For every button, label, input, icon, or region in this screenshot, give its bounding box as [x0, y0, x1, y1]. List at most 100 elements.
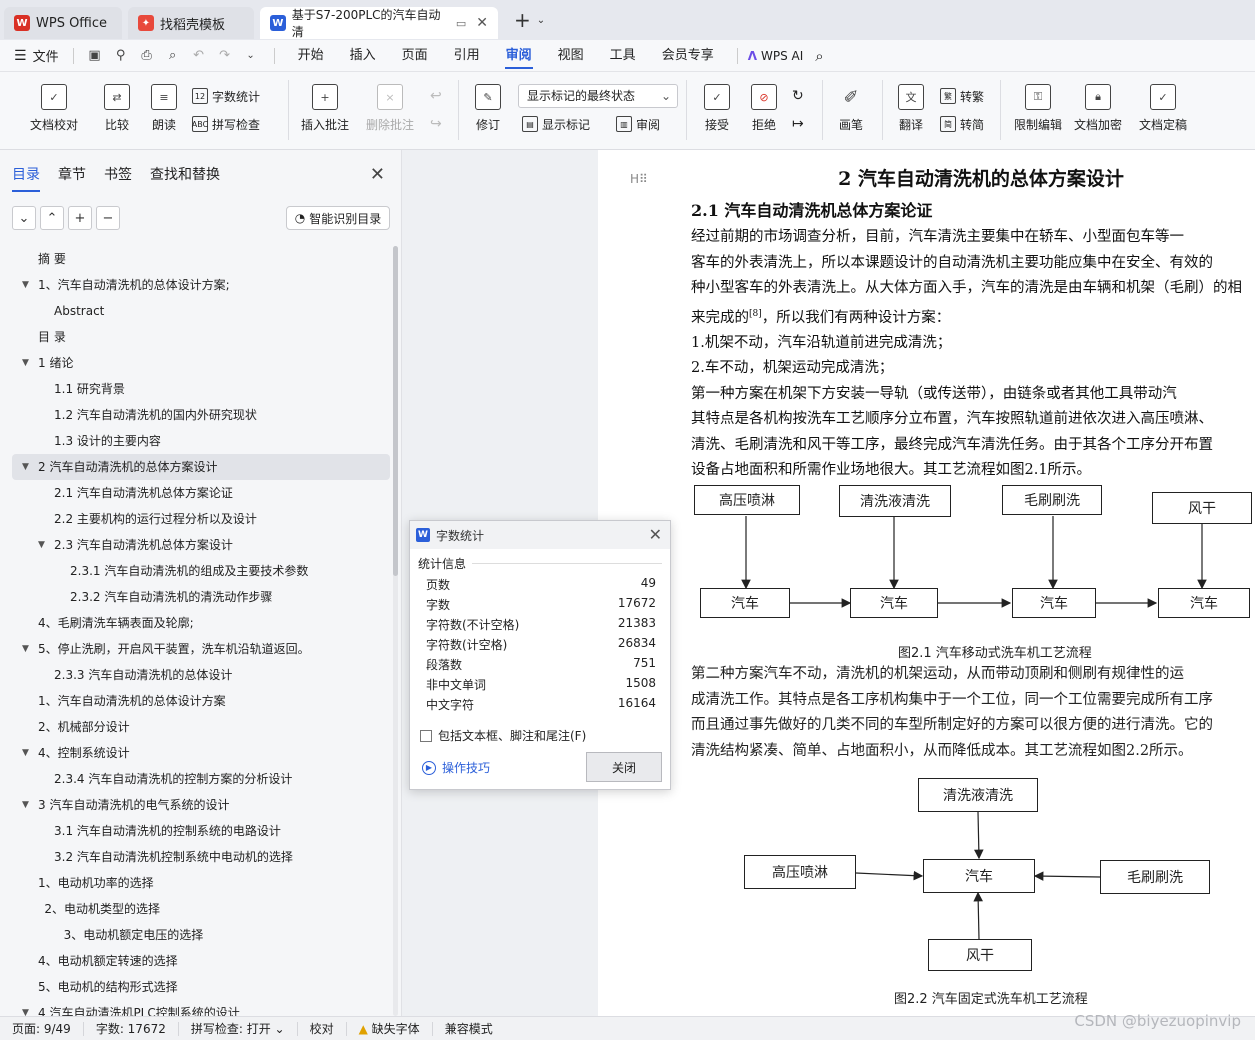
redo-icon[interactable]: ↷ [214, 45, 236, 67]
translate-button[interactable]: 文 翻译 [892, 84, 930, 133]
insert-comment-button[interactable]: + 插入批注 [300, 84, 350, 133]
menu-view[interactable]: 视图 [545, 40, 597, 72]
chevron-down-icon[interactable]: ⌄ [240, 45, 262, 67]
caret-down-icon[interactable]: ▼ [22, 636, 29, 662]
add-heading-button[interactable]: + [68, 206, 92, 230]
to-simplified-button[interactable]: 简 转简 [940, 114, 984, 134]
spell-check-button[interactable]: ABC 拼写检查 [192, 114, 260, 134]
remove-heading-button[interactable]: − [96, 206, 120, 230]
toc-item[interactable]: ▼ 2.3 汽车自动清洗机总体方案设计 [12, 532, 390, 558]
status-proofread[interactable]: 校对 [298, 1021, 347, 1036]
toc-item[interactable]: 2、机械部分设计 [12, 714, 390, 740]
toc-item[interactable]: 2.2 主要机构的运行过程分析以及设计 [12, 506, 390, 532]
expand-all-button[interactable]: ⌄ [12, 206, 36, 230]
chevron-down-icon[interactable]: ⌄ [537, 15, 545, 26]
toc-scrollbar[interactable] [393, 246, 398, 1016]
menu-tools[interactable]: 工具 [597, 40, 649, 72]
caret-down-icon[interactable]: ▼ [22, 350, 29, 376]
toc-item[interactable]: ▼ 1、汽车自动清洗机的总体设计方案; [12, 272, 390, 298]
toc-item[interactable]: ▼ 5、停止洗刷，开启风干装置，洗车机沿轨道返回。 [12, 636, 390, 662]
search-icon[interactable]: ⌕ [815, 47, 823, 65]
dialog-close-button[interactable]: 关闭 [586, 752, 662, 782]
nav-tab-sections[interactable]: 章节 [58, 164, 86, 192]
toc-item[interactable]: 1.2 汽车自动清洗机的国内外研究现状 [12, 402, 390, 428]
toc-item[interactable]: 5、电动机的结构形式选择 [12, 974, 390, 1000]
menu-start[interactable]: 开始 [285, 40, 337, 72]
toc-item[interactable]: 2、电动机类型的选择 [12, 896, 390, 922]
monitor-icon[interactable]: ▭ [456, 17, 466, 30]
undo-icon[interactable]: ↶ [188, 45, 210, 67]
print-icon[interactable]: ⎙ [136, 45, 158, 67]
close-icon[interactable]: ✕ [476, 15, 488, 31]
menu-reference[interactable]: 引用 [441, 40, 493, 72]
toc-item[interactable]: 2.1 汽车自动清洗机总体方案论证 [12, 480, 390, 506]
doc-check-button[interactable]: ✓ 文档校对 [28, 84, 80, 133]
wps-ai-button[interactable]: WPS AI [761, 49, 803, 63]
prev-comment-icon[interactable]: ↩ [430, 88, 442, 104]
tab-wps-office[interactable]: W WPS Office [4, 7, 122, 39]
toc-item[interactable]: ▼ 4、控制系统设计 [12, 740, 390, 766]
toc-item[interactable]: 3.1 汽车自动清洗机的控制系统的电路设计 [12, 818, 390, 844]
toc-item[interactable]: 4、毛刷清洗车辆表面及轮廓; [12, 610, 390, 636]
toc-item[interactable]: 1.1 研究背景 [12, 376, 390, 402]
nav-tab-bookmarks[interactable]: 书签 [104, 164, 132, 192]
track-changes-button[interactable]: ✎ 修订 [468, 84, 508, 133]
hamburger-icon[interactable]: ☰ [14, 48, 27, 64]
menu-page[interactable]: 页面 [389, 40, 441, 72]
close-icon[interactable]: ✕ [370, 164, 385, 185]
smart-toc-button[interactable]: ◔ 智能识别目录 [286, 206, 390, 230]
show-markup-button[interactable]: ▤ 显示标记 [522, 114, 590, 134]
caret-down-icon[interactable]: ▼ [22, 272, 29, 298]
nav-tab-toc[interactable]: 目录 [12, 164, 40, 192]
compare-button[interactable]: ⇄ 比较 [97, 84, 137, 133]
dialog-titlebar[interactable]: W 字数统计 [410, 521, 670, 549]
toc-item[interactable]: 2.3.2 汽车自动清洗机的清洗动作步骤 [12, 584, 390, 610]
restrict-edit-button[interactable]: ⚿ 限制编辑 [1012, 84, 1064, 133]
collapse-all-button[interactable]: ⌃ [40, 206, 64, 230]
next-change-icon[interactable]: ↦ [792, 116, 804, 132]
toc-item[interactable]: 2.3.4 汽车自动清洗机的控制方案的分析设计 [12, 766, 390, 792]
prev-change-icon[interactable]: ↻ [792, 88, 804, 104]
word-count-button[interactable]: 12 字数统计 [192, 86, 260, 106]
menu-insert[interactable]: 插入 [337, 40, 389, 72]
file-menu[interactable]: 文件 [33, 46, 59, 65]
toc-item[interactable]: ▼ 2 汽车自动清洗机的总体方案设计 [12, 454, 390, 480]
tips-link[interactable]: ▶ 操作技巧 [422, 759, 490, 776]
encrypt-button[interactable]: 🔒︎ 文档加密 [1072, 84, 1124, 133]
toc-item[interactable]: 摘 要 [12, 246, 390, 272]
caret-down-icon[interactable]: ▼ [22, 792, 29, 818]
read-aloud-button[interactable]: ≡ 朗读 [148, 84, 180, 133]
status-compat[interactable]: 兼容模式 [433, 1022, 505, 1036]
toc-item[interactable]: ▼ 3 汽车自动清洗机的电气系统的设计 [12, 792, 390, 818]
new-tab-icon[interactable]: + [514, 8, 531, 32]
checkbox-box[interactable] [420, 729, 432, 742]
markup-state-select[interactable]: 显示标记的最终状态 ⌄ [518, 84, 678, 108]
document-page[interactable]: H⠿ 2 汽车自动清洗机的总体方案设计 2.1 汽车自动清洗机总体方案论证 经过… [598, 150, 1255, 1016]
nav-tab-find-replace[interactable]: 查找和替换 [150, 164, 220, 192]
caret-down-icon[interactable]: ▼ [22, 740, 29, 766]
review-pane-button[interactable]: ▥ 审阅 [616, 114, 660, 134]
next-comment-icon[interactable]: ↪ [430, 116, 442, 132]
delete-comment-button[interactable]: × 删除批注 [360, 84, 420, 133]
reject-button[interactable]: ⊘ 拒绝 [745, 84, 783, 133]
toc-item[interactable]: Abstract [12, 298, 390, 324]
status-spellcheck[interactable]: 拼写检查: 打开 ⌄ [179, 1021, 298, 1036]
pen-button[interactable]: ✐ 画笔 [836, 84, 866, 133]
print-preview-icon[interactable]: ⌕ [162, 45, 184, 67]
toc-item[interactable]: 3、电动机额定电压的选择 [12, 922, 390, 948]
tab-document[interactable]: W 基于S7-200PLC的汽车自动清 ▭ ✕ [260, 7, 498, 39]
caret-down-icon[interactable]: ▼ [38, 532, 45, 558]
toc-item[interactable]: 2.3.3 汽车自动清洗机的总体设计 [12, 662, 390, 688]
status-page[interactable]: 页面: 9/49 [0, 1021, 84, 1036]
save-icon[interactable]: ▣ [84, 45, 106, 67]
include-textbox-checkbox[interactable]: 包括文本框、脚注和尾注(F) [420, 727, 586, 744]
toc-item[interactable]: ▼ 1 绪论 [12, 350, 390, 376]
toc-item[interactable]: 1、电动机功率的选择 [12, 870, 390, 896]
toc-item[interactable]: 3.2 汽车自动清洗机控制系统中电动机的选择 [12, 844, 390, 870]
toc-item[interactable]: 2.3.1 汽车自动清洗机的组成及主要技术参数 [12, 558, 390, 584]
to-traditional-button[interactable]: 繁 转繁 [940, 86, 984, 106]
toc-item[interactable]: 1、汽车自动清洗机的总体设计方案 [12, 688, 390, 714]
share-icon[interactable]: ⚲ [110, 45, 132, 67]
status-missing-font[interactable]: ▲ 缺失字体 [347, 1021, 433, 1036]
heading-style-icon[interactable]: H⠿ [630, 172, 648, 186]
